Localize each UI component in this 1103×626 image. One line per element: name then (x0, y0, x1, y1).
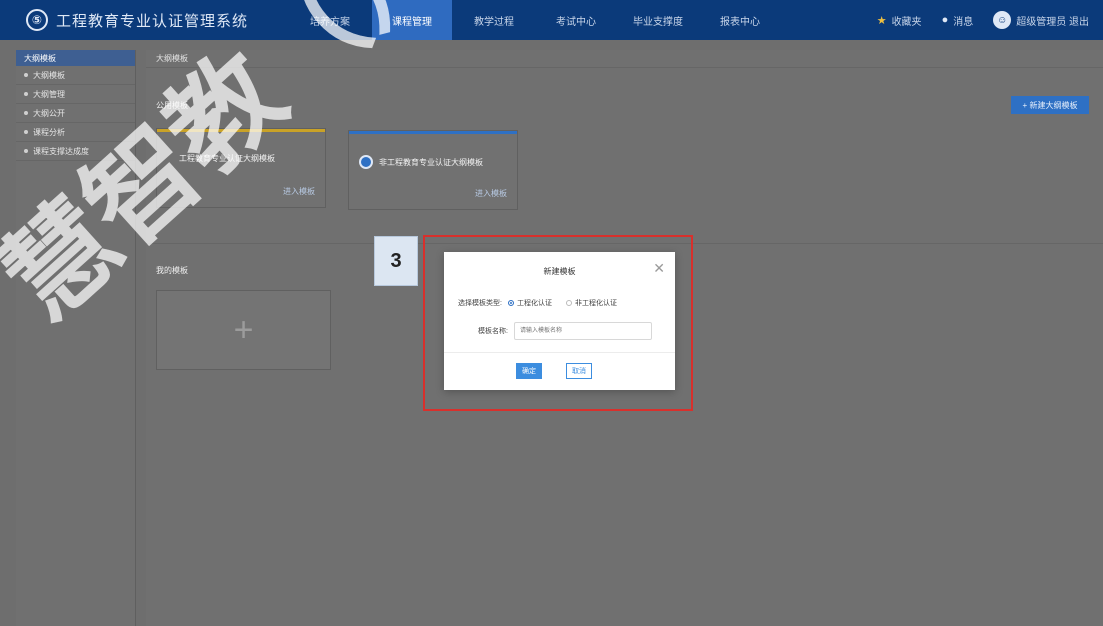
radio-selected-icon (507, 300, 514, 306)
sidebar-item-achievement[interactable]: 课程支撑达成度 (16, 142, 135, 161)
sidebar-item-template[interactable]: 大纲模板 (16, 66, 135, 85)
messages-label: 消息 (953, 16, 974, 28)
top-navbar: ⑤ 工程教育专业认证管理系统 培养方案 课程管理 教学过程 考试中心 毕业支撑度… (0, 0, 1103, 40)
user-menu[interactable]: ☺ 超级管理员 退出 (993, 11, 1089, 29)
bullet-icon (24, 111, 28, 115)
add-template-card[interactable]: + (156, 290, 331, 370)
template-badge-icon (359, 155, 373, 169)
template-type-row: 选择模板类型: 工程化认证 非工程化认证 (458, 298, 617, 308)
nav-item-program[interactable]: 培养方案 (290, 0, 370, 40)
template-name-label: 模板名称: (478, 328, 508, 335)
radio-non-engineering[interactable]: 非工程化认证 (565, 298, 617, 308)
sidebar-header[interactable]: 大纲模板 (16, 50, 135, 66)
star-icon: ★ (876, 14, 887, 27)
nav-item-exam[interactable]: 考试中心 (536, 0, 616, 40)
enter-template-link[interactable]: 进入模板 (283, 186, 315, 197)
plus-icon: + (233, 310, 254, 349)
nav-item-reports[interactable]: 报表中心 (700, 0, 780, 40)
radio-label: 非工程化认证 (574, 300, 617, 307)
bullet-icon (24, 73, 28, 77)
template-name: 工程教育专业认证大纲模板 (179, 154, 275, 163)
template-title-row: 非工程教育专业认证大纲模板 (359, 155, 483, 169)
template-card-non-engineering[interactable]: 非工程教育专业认证大纲模板 进入模板 (348, 130, 518, 210)
template-type-label: 选择模板类型: (458, 300, 502, 307)
section-title-common: 公用模板 (156, 101, 188, 110)
avatar-icon: ☺ (993, 11, 1012, 29)
logo-icon: ⑤ (26, 9, 48, 31)
sidebar-item-label: 大纲公开 (33, 108, 65, 118)
create-template-button[interactable]: + 新建大纲模板 (1011, 96, 1089, 114)
sidebar-item-label: 大纲管理 (33, 89, 65, 99)
bullet-icon (24, 92, 28, 96)
radio-unselected-icon (565, 300, 572, 306)
template-name-input[interactable] (513, 322, 652, 340)
messages-link[interactable]: ● 消息 (942, 13, 974, 28)
radio-engineering[interactable]: 工程化认证 (507, 298, 552, 308)
app-title: 工程教育专业认证管理系统 (56, 12, 249, 30)
confirm-button[interactable]: 确定 (516, 363, 542, 379)
main-nav: 培养方案 课程管理 教学过程 考试中心 毕业支撑度 报表中心 (290, 0, 782, 40)
sidebar-item-label: 课程分析 (33, 127, 65, 137)
step-number-badge: 3 (374, 236, 418, 286)
sidebar: 大纲模板 大纲模板 大纲管理 大纲公开 课程分析 课程支撑达成度 (16, 50, 136, 626)
bullet-icon (24, 130, 28, 134)
sidebar-item-label: 大纲模板 (33, 70, 65, 80)
header-tools: ★ 收藏夹 ● 消息 ☺ 超级管理员 退出 (877, 0, 1089, 40)
nav-item-teaching[interactable]: 教学过程 (454, 0, 534, 40)
template-name-row: 模板名称: (478, 322, 652, 340)
enter-template-link[interactable]: 进入模板 (475, 188, 507, 199)
favorites-label: 收藏夹 (891, 16, 922, 28)
nav-item-support[interactable]: 毕业支撑度 (618, 0, 698, 40)
new-template-dialog: 新建模板 ✕ 选择模板类型: 工程化认证 非工程化认证 模板名称: 确定 取消 (444, 252, 675, 390)
dialog-divider (444, 352, 675, 353)
dialog-title: 新建模板 (543, 267, 576, 276)
radio-label: 工程化认证 (516, 300, 552, 307)
sidebar-item-analysis[interactable]: 课程分析 (16, 123, 135, 142)
template-name: 非工程教育专业认证大纲模板 (379, 157, 483, 167)
sidebar-item-public[interactable]: 大纲公开 (16, 104, 135, 123)
bell-icon: ● (941, 14, 949, 26)
cancel-button[interactable]: 取消 (566, 363, 592, 379)
section-title-mine: 我的模板 (156, 266, 188, 275)
user-label: 超级管理员 退出 (1016, 16, 1089, 28)
card-accent-bar (349, 131, 517, 134)
breadcrumb: 大纲模板 (146, 50, 1103, 68)
brand[interactable]: ⑤ 工程教育专业认证管理系统 (26, 7, 248, 33)
template-card-engineering[interactable]: 工程教育专业认证大纲模板 进入模板 (156, 128, 326, 208)
nav-item-course[interactable]: 课程管理 (372, 0, 452, 40)
sidebar-item-label: 课程支撑达成度 (33, 146, 89, 156)
sidebar-item-manage[interactable]: 大纲管理 (16, 85, 135, 104)
favorites-link[interactable]: ★ 收藏夹 (877, 13, 922, 28)
bullet-icon (24, 149, 28, 153)
card-accent-bar (157, 129, 325, 132)
close-icon[interactable]: ✕ (653, 260, 665, 277)
